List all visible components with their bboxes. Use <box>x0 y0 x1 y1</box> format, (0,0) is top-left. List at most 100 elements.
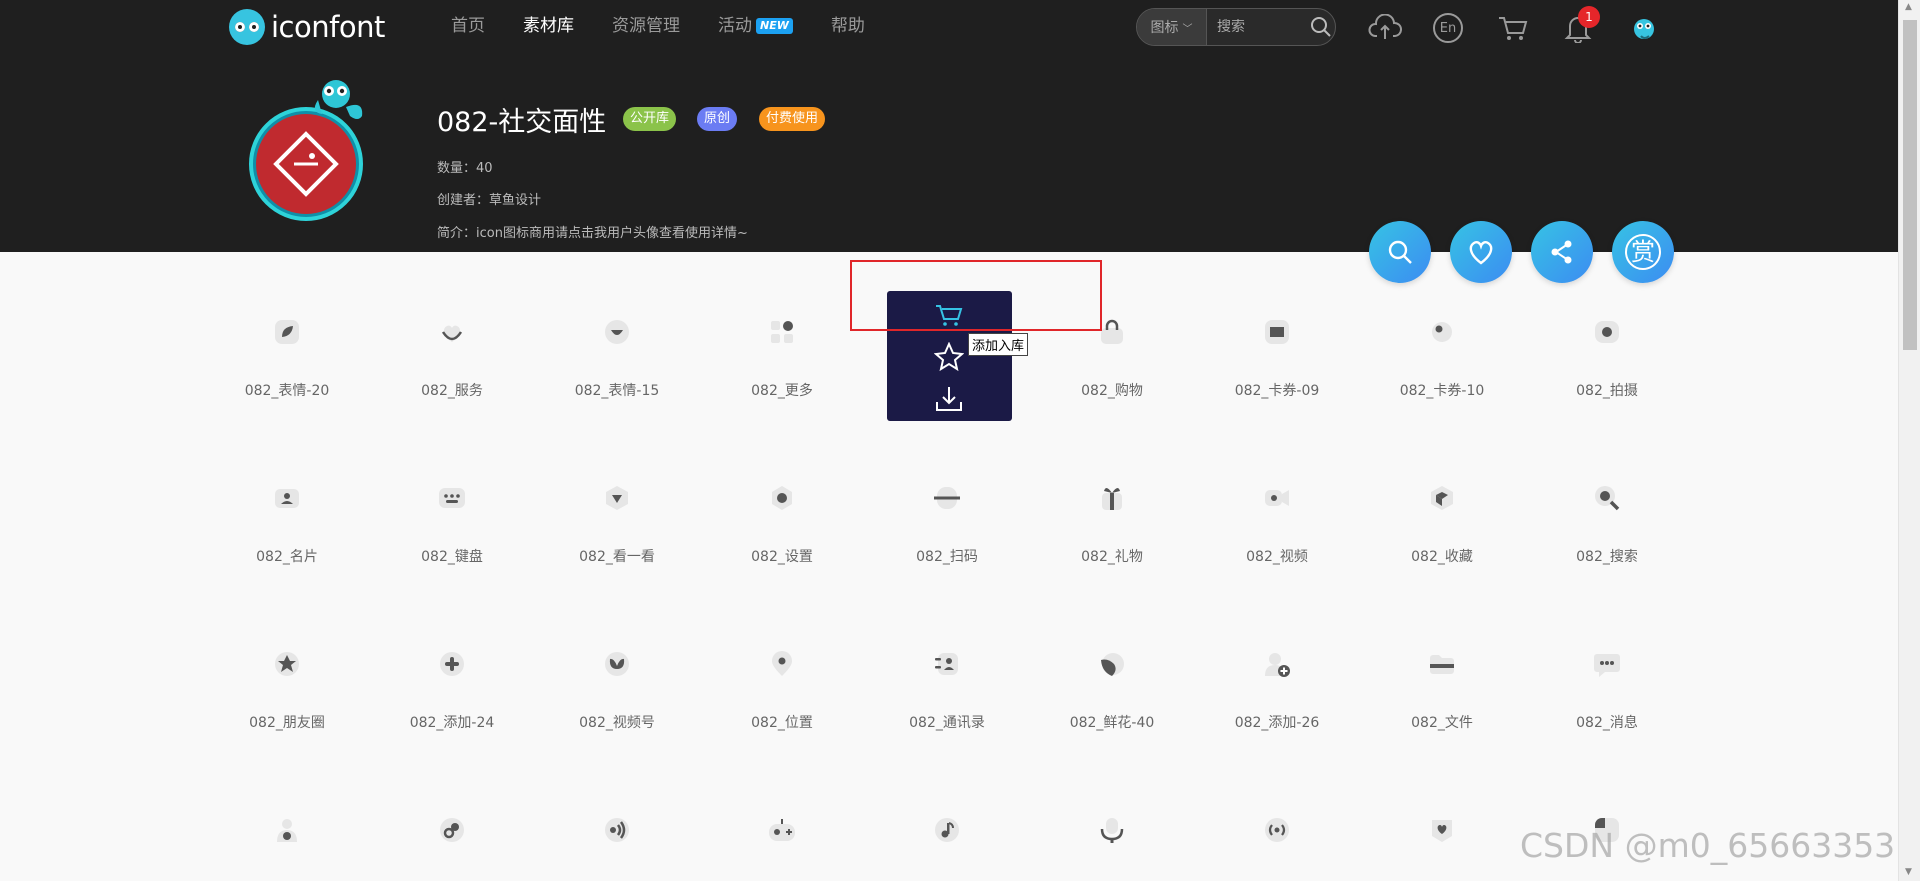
highlight-box <box>850 260 1102 331</box>
page-scrollbar[interactable]: ▲ ▼ <box>1898 0 1920 881</box>
tag-public-label: 公开库 <box>630 111 670 126</box>
sound-icon <box>603 816 631 844</box>
icon-card[interactable]: 082_更多 <box>707 252 857 402</box>
search-icon <box>1593 484 1621 512</box>
icon-card[interactable] <box>377 750 527 881</box>
icon-card-label: 082_朋友圈 <box>249 715 325 731</box>
add-user-icon <box>1263 650 1291 678</box>
icon-card[interactable] <box>707 750 857 881</box>
icon-card-label: 082_添加-26 <box>1234 715 1320 731</box>
location-icon <box>768 650 796 678</box>
icon-card[interactable]: 082_键盘 <box>377 418 527 568</box>
heart-hand-icon <box>438 318 466 346</box>
ticket-icon <box>1263 318 1291 346</box>
icon-card[interactable]: 082_收藏 <box>1367 418 1517 568</box>
icon-card[interactable]: 082_视频号 <box>542 584 692 734</box>
add-circle-icon <box>438 650 466 678</box>
tag-public[interactable]: 公开库 <box>623 107 677 131</box>
icon-card-label: 082_添加-24 <box>409 715 495 731</box>
icon-card[interactable] <box>1202 750 1352 881</box>
icon-card[interactable]: 082_卡券-09 <box>1202 252 1352 402</box>
icon-card-label: 082_消息 <box>1576 715 1638 731</box>
id-card-icon <box>273 484 301 512</box>
icon-card[interactable]: 082_拍摄 <box>1532 252 1682 402</box>
nav-activity[interactable]: 活动 NEW <box>718 14 793 38</box>
scroll-thumb[interactable] <box>1903 20 1917 350</box>
icon-card-label: 082_礼物 <box>1081 549 1143 565</box>
new-badge: NEW <box>756 18 793 34</box>
upload-cloud-icon[interactable] <box>1365 8 1405 48</box>
gamepad-icon <box>768 816 796 844</box>
icon-card[interactable]: 082_礼物 <box>1037 418 1187 568</box>
icon-card[interactable]: 082_表情-15 <box>542 252 692 402</box>
icon-card[interactable] <box>1037 750 1187 881</box>
nav-help[interactable]: 帮助 <box>831 14 865 38</box>
icon-card[interactable]: 082_文件 <box>1367 584 1517 734</box>
add-to-library-tooltip: 添加入库 <box>968 333 1029 356</box>
icon-card[interactable]: 082_通讯录 <box>872 584 1022 734</box>
project-avatar[interactable] <box>246 72 376 222</box>
icon-card[interactable]: 082_鲜花-40 <box>1037 584 1187 734</box>
search-icon[interactable] <box>1309 15 1333 39</box>
nav-material-library[interactable]: 素材库 <box>523 14 574 38</box>
nav-home[interactable]: 首页 <box>451 14 485 38</box>
icon-card-label: 082_拍摄 <box>1576 383 1638 399</box>
star-icon[interactable] <box>932 342 966 372</box>
user-avatar[interactable] <box>1629 12 1659 42</box>
look-icon <box>603 484 631 512</box>
icon-card[interactable]: 082_搜索 <box>1532 418 1682 568</box>
favorite-icon <box>1428 816 1456 844</box>
search-type-label: 图标 <box>1150 20 1179 36</box>
icon-card[interactable]: 082_消息 <box>1532 584 1682 734</box>
nav-resource-management[interactable]: 资源管理 <box>612 14 680 38</box>
cart-icon[interactable] <box>1493 8 1533 48</box>
icon-card[interactable] <box>212 750 362 881</box>
tag-paid[interactable]: 付费使用 <box>759 107 826 131</box>
keyboard-icon <box>438 484 466 512</box>
shopping-bag-icon <box>1098 318 1126 346</box>
icon-card[interactable]: 082_名片 <box>212 418 362 568</box>
icon-card-label: 082_购物 <box>1081 383 1143 399</box>
moments-icon <box>273 650 301 678</box>
tag-paid-label: 付费使用 <box>766 111 819 126</box>
search-input[interactable] <box>1217 19 1305 35</box>
tag-original[interactable]: 原创 <box>697 107 738 131</box>
icon-card-label: 082_名片 <box>256 549 318 565</box>
language-toggle[interactable]: En <box>1428 8 1468 48</box>
icon-card[interactable]: 082_扫码 <box>872 418 1022 568</box>
icon-card-label: 082_扫码 <box>916 549 978 565</box>
icon-card[interactable]: 082_添加-24 <box>377 584 527 734</box>
icon-card[interactable]: 082_看一看 <box>542 418 692 568</box>
icon-card[interactable]: 082_表情-20 <box>212 252 362 402</box>
download-icon[interactable] <box>932 384 966 414</box>
search-box: 图标 ﹀ <box>1136 8 1336 46</box>
icon-card[interactable]: 082_卡券-10 <box>1367 252 1517 402</box>
icon-card[interactable]: 082_位置 <box>707 584 857 734</box>
settings-icon <box>768 484 796 512</box>
scroll-up-arrow-icon[interactable]: ▲ <box>1905 2 1912 12</box>
contacts-icon <box>933 650 961 678</box>
more-grid-icon <box>768 318 796 346</box>
scroll-down-arrow-icon[interactable]: ▼ <box>1905 867 1912 877</box>
icon-card-label: 082_位置 <box>751 715 813 731</box>
folder-icon <box>1428 650 1456 678</box>
iconfont-logo[interactable]: iconfont <box>229 9 385 45</box>
icon-card-label: 082_文件 <box>1411 715 1473 731</box>
icon-card[interactable]: 082_添加-26 <box>1202 584 1352 734</box>
leaf-icon <box>273 318 301 346</box>
icon-card-label: 082_更多 <box>751 383 813 399</box>
gift-icon <box>1098 484 1126 512</box>
project-intro: 简介：icon图标商用请点击我用户头像查看使用详情~ <box>437 226 748 241</box>
icon-card-label: 082_服务 <box>421 383 483 399</box>
icon-card[interactable]: 082_朋友圈 <box>212 584 362 734</box>
project-creator[interactable]: 创建者：草鱼设计 <box>437 189 541 208</box>
icon-card-label: 082_收藏 <box>1411 549 1473 565</box>
icon-card[interactable] <box>1367 750 1517 881</box>
icon-card[interactable]: 082_视频 <box>1202 418 1352 568</box>
icon-card[interactable] <box>872 750 1022 881</box>
icon-card[interactable] <box>542 750 692 881</box>
search-type-select[interactable]: 图标 ﹀ <box>1137 9 1207 45</box>
icon-card[interactable]: 082_设置 <box>707 418 857 568</box>
icon-card[interactable]: 082_服务 <box>377 252 527 402</box>
broadcast-icon <box>1263 816 1291 844</box>
